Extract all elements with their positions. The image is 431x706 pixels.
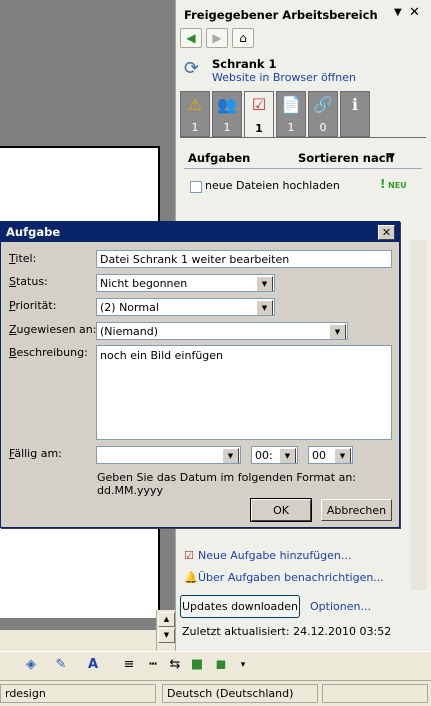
- chevron-down-icon[interactable]: ▼: [329, 324, 346, 339]
- document-vertical-scrollbar[interactable]: ▲ ▼: [156, 610, 175, 650]
- info-icon: ℹ: [351, 95, 359, 114]
- pane-close-icon[interactable]: ✕: [409, 5, 420, 20]
- assigned-label: Zugewiesen an:: [9, 323, 97, 336]
- title-label: Titel:: [9, 252, 37, 265]
- due-label: Fällig am:: [9, 447, 62, 460]
- add-task-link[interactable]: ☑ Neue Aufgabe hinzufügen...: [184, 549, 351, 562]
- 3d-icon[interactable]: ◼: [212, 656, 230, 674]
- chevron-down-icon[interactable]: ▼: [256, 300, 273, 315]
- last-updated-text: Zuletzt aktualisiert: 24.12.2010 03:52: [182, 625, 392, 638]
- tab-tasks[interactable]: ☑ 1: [244, 91, 274, 137]
- links-icon: 🔗: [313, 95, 333, 114]
- tab-status[interactable]: ⚠ 1: [180, 91, 210, 137]
- line-style-icon[interactable]: ≡: [120, 656, 138, 674]
- new-task-icon: ☑: [184, 549, 194, 562]
- priority-select[interactable]: (2) Normal ▼: [96, 298, 275, 316]
- task-label[interactable]: neue Dateien hochladen: [205, 179, 340, 192]
- notify-label: Über Aufgaben benachrichtigen...: [198, 571, 384, 584]
- task-dialog: Aufgabe ✕ Titel: Datei Schrank 1 weiter …: [0, 221, 400, 528]
- status-select[interactable]: Nicht begonnen ▼: [96, 274, 275, 292]
- priority-value: (2) Normal: [100, 301, 159, 314]
- add-task-label: Neue Aufgabe hinzufügen...: [198, 549, 352, 562]
- due-hour-value: 00:: [255, 449, 273, 462]
- download-updates-button[interactable]: Updates downloaden: [180, 595, 300, 618]
- chevron-down-icon[interactable]: ▼: [334, 448, 351, 463]
- task-checkbox[interactable]: [190, 181, 202, 193]
- status-design: rdesign: [0, 684, 156, 703]
- scroll-down-icon[interactable]: ▼: [158, 628, 175, 643]
- chevron-down-icon[interactable]: ▼: [279, 448, 296, 463]
- assigned-select[interactable]: (Niemand) ▼: [96, 322, 348, 340]
- forward-arrow-icon[interactable]: ▶: [206, 28, 228, 48]
- dash-style-icon[interactable]: ┅: [144, 656, 162, 674]
- task-new-flag-icon: !: [380, 177, 386, 191]
- due-minute-value: 00: [312, 449, 326, 462]
- dialog-close-icon[interactable]: ✕: [378, 225, 395, 240]
- status-language: Deutsch (Deutschland): [162, 684, 318, 703]
- pane-tabs: ⚠ 1 👥 1 ☑ 1 📄 1 🔗 0 ℹ: [180, 91, 376, 137]
- tab-count: 1: [255, 122, 263, 135]
- home-icon[interactable]: ⌂: [232, 28, 254, 48]
- dialog-titlebar: Aufgabe ✕: [1, 222, 399, 242]
- date-format-hint: Geben Sie das Datum im folgenden Format …: [97, 471, 357, 497]
- status-label: Status:: [9, 275, 48, 288]
- pane-menu-dropdown-icon[interactable]: ▼: [394, 7, 402, 18]
- ok-button[interactable]: OK: [250, 498, 312, 522]
- notify-tasks-link[interactable]: 🔔Über Aufgaben benachrichtigen...: [184, 571, 384, 584]
- status-value: Nicht begonnen: [100, 277, 188, 290]
- scroll-up-icon[interactable]: ▲: [158, 612, 175, 627]
- tab-count: 0: [319, 121, 327, 134]
- documents-icon: 📄: [281, 95, 301, 114]
- toolbar-options-icon[interactable]: ▾: [234, 656, 252, 674]
- bell-icon: 🔔: [184, 571, 198, 584]
- sort-by-menu[interactable]: Sortieren nach: [298, 151, 394, 165]
- tab-members[interactable]: 👥 1: [212, 91, 242, 137]
- due-hour-select[interactable]: 00: ▼: [251, 446, 298, 464]
- dialog-title: Aufgabe: [6, 225, 61, 239]
- pane-scrollbar[interactable]: [411, 240, 427, 590]
- pane-title: Freigegebener Arbeitsbereich: [184, 8, 378, 22]
- tab-documents[interactable]: 📄 1: [276, 91, 306, 137]
- font-color-icon[interactable]: A: [84, 656, 102, 674]
- chevron-down-icon[interactable]: ▼: [256, 276, 273, 291]
- status-empty-cell: [322, 684, 428, 703]
- description-field[interactable]: noch ein Bild einfügen: [96, 345, 392, 440]
- workspace-sync-icon: ⟳: [184, 58, 200, 79]
- title-field[interactable]: Datei Schrank 1 weiter bearbeiten: [96, 250, 392, 268]
- line-color-icon[interactable]: ✎: [52, 656, 70, 674]
- description-label: Beschreibung:: [9, 346, 88, 359]
- shadow-icon[interactable]: ■: [188, 656, 206, 674]
- drawing-toolbar: ◈ ✎ A ≡ ┅ ⇆ ■ ◼ ▾: [0, 651, 431, 680]
- tab-count: 1: [191, 121, 199, 134]
- priority-label: Priorität:: [9, 299, 57, 312]
- tab-count: 1: [287, 121, 295, 134]
- warning-icon: ⚠: [187, 95, 203, 114]
- options-link[interactable]: Optionen...: [310, 600, 371, 613]
- due-minute-select[interactable]: 00 ▼: [308, 446, 353, 464]
- members-icon: 👥: [217, 95, 237, 114]
- open-in-browser-link[interactable]: Website in Browser öffnen: [212, 71, 356, 84]
- section-title: Aufgaben: [188, 151, 251, 165]
- due-date-select[interactable]: ▼: [96, 446, 241, 464]
- tab-info[interactable]: ℹ: [340, 91, 370, 137]
- tab-count: 1: [223, 121, 231, 134]
- tabs-divider: [180, 137, 426, 138]
- assigned-value: (Niemand): [100, 325, 159, 338]
- chevron-down-icon[interactable]: ▼: [388, 152, 395, 162]
- arrow-style-icon[interactable]: ⇆: [166, 656, 184, 674]
- section-divider: [184, 168, 422, 169]
- fill-color-icon[interactable]: ◈: [22, 656, 40, 674]
- task-new-badge: NEU: [388, 181, 407, 190]
- cancel-button[interactable]: Abbrechen: [321, 499, 392, 521]
- tab-links[interactable]: 🔗 0: [308, 91, 338, 137]
- status-bar: rdesign Deutsch (Deutschland): [0, 680, 431, 706]
- workspace-name: Schrank 1: [212, 57, 277, 71]
- chevron-down-icon[interactable]: ▼: [222, 448, 239, 463]
- tasks-icon: ☑: [251, 95, 267, 114]
- back-arrow-icon[interactable]: ◀: [180, 28, 202, 48]
